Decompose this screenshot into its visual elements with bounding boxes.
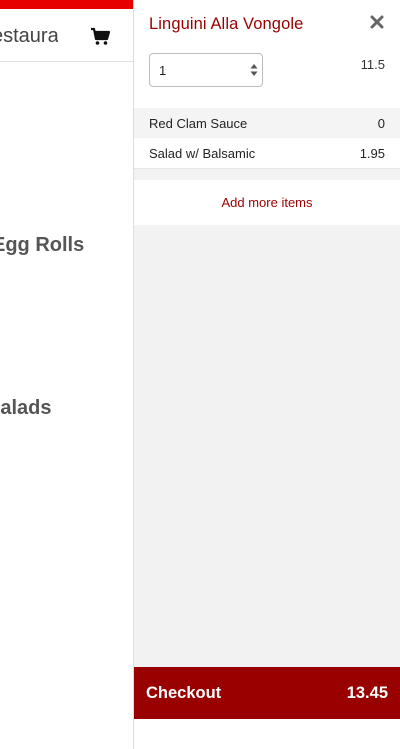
restaurant-search-text[interactable]: estaurant <box>0 25 58 48</box>
item-header: Linguini Alla Vongole 1 11.5 <box>134 0 400 108</box>
header-bar: estaurant <box>0 9 134 62</box>
option-name: Salad w/ Balsamic <box>149 146 256 161</box>
page: estaurant Egg Rolls Salads Linguini Alla… <box>0 0 400 749</box>
option-price: 0 <box>377 116 385 131</box>
checkout-total: 13.45 <box>346 684 388 702</box>
option-row[interactable]: Salad w/ Balsamic 1.95 <box>134 138 400 169</box>
top-accent-bar <box>0 0 134 9</box>
add-more-area: Add more items <box>134 180 400 225</box>
checkout-button[interactable]: Checkout 13.45 <box>134 667 400 719</box>
add-more-items-link[interactable]: Add more items <box>134 195 400 210</box>
option-row[interactable]: Red Clam Sauce 0 <box>134 108 400 138</box>
quantity-value: 1 <box>159 63 167 78</box>
item-price: 11.5 <box>360 57 385 72</box>
updown-arrows-icon <box>250 64 258 76</box>
checkout-label: Checkout <box>146 684 222 702</box>
option-name: Red Clam Sauce <box>149 116 248 131</box>
section-title: Egg Rolls <box>0 234 85 256</box>
item-title: Linguini Alla Vongole <box>149 15 304 33</box>
item-detail-panel: Linguini Alla Vongole 1 11.5 Red Clam Sa… <box>133 0 400 749</box>
quantity-select[interactable]: 1 <box>149 53 263 87</box>
option-price: 1.95 <box>359 146 385 161</box>
section-title: Salads <box>0 397 52 419</box>
menu-section-heading: Egg Rolls <box>0 234 134 257</box>
panel-footer <box>134 719 400 749</box>
shopping-cart-icon[interactable] <box>90 26 112 46</box>
menu-section-heading: Salads <box>0 397 134 420</box>
options-list: Red Clam Sauce 0 Salad w/ Balsamic 1.95 <box>134 108 400 169</box>
close-icon[interactable] <box>370 15 384 29</box>
